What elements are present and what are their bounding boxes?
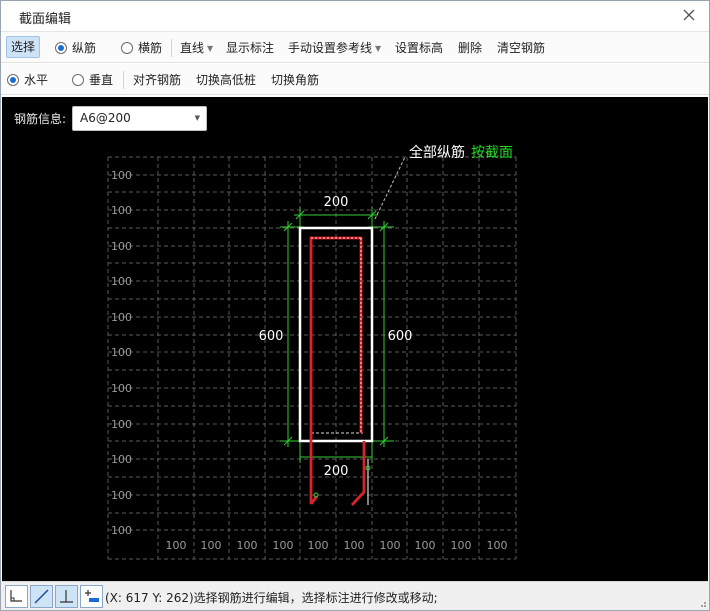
bottom-width-dim-text[interactable]: 200: [324, 464, 349, 479]
polar-snap-button[interactable]: [30, 585, 53, 608]
section-editor-window: 截面编辑 选择 纵筋 横筋 直线 ▼ 显示标注 手动设置参考线 ▼ 设置标高 删除 …: [0, 0, 710, 611]
grid-label-bottom: 100: [273, 539, 294, 552]
select-button[interactable]: 选择: [6, 36, 41, 58]
longitudinal-label: 纵筋: [72, 41, 97, 55]
left-height-dim-text[interactable]: 600: [259, 329, 284, 344]
section-drawing[interactable]: 100 100 100 100 100 100 100 100 100 100 100 100 100 1…: [2, 97, 708, 581]
chevron-down-icon: ▼: [194, 114, 200, 122]
close-icon[interactable]: [681, 7, 697, 23]
grid-label-left: 100: [111, 275, 132, 288]
show-dims-button[interactable]: 显示标注: [226, 38, 274, 58]
grid-label-left: 100: [111, 453, 132, 466]
grid-label-bottom: 100: [451, 539, 472, 552]
delete-button[interactable]: 删除: [458, 38, 482, 58]
toggle-pile-button[interactable]: 切换高低桩: [196, 70, 256, 90]
cursor-coords: (X: 617 Y: 262): [105, 591, 194, 605]
resize-grip-icon[interactable]: [699, 600, 707, 608]
toolbar-secondary: 水平 垂直 对齐钢筋 切换高低桩 切换角筋: [1, 64, 709, 95]
grid-label-bottom: 100: [380, 539, 401, 552]
grid-label-bottom: 100: [487, 539, 508, 552]
radio-unchecked-icon: [72, 74, 84, 86]
radio-unchecked-icon: [121, 42, 133, 54]
horizontal-label: 水平: [24, 73, 49, 87]
title-bar: 截面编辑: [1, 1, 709, 32]
grid-label-left: 100: [111, 311, 132, 324]
clear-rebar-button[interactable]: 清空钢筋: [497, 38, 545, 58]
diagonal-line-icon: [34, 589, 49, 604]
transverse-label: 横筋: [138, 41, 163, 55]
rebar-info-label: 钢筋信息:: [14, 112, 67, 126]
manual-ref-dropdown[interactable]: 手动设置参考线 ▼: [288, 38, 381, 58]
grid-label-bottom: 100: [166, 539, 187, 552]
radio-checked-icon: [7, 74, 19, 86]
window-title: 截面编辑: [19, 12, 72, 27]
add-dimension-icon: [85, 590, 99, 602]
grid-label-left: 100: [111, 346, 132, 359]
line-dropdown-label: 直线: [180, 41, 205, 55]
perpendicular-snap-button[interactable]: [55, 585, 78, 608]
right-height-dim-text[interactable]: 600: [388, 329, 413, 344]
grid-label-left: 100: [111, 418, 132, 431]
grid-label-bottom: 100: [237, 539, 258, 552]
grid-label-left: 100: [111, 240, 132, 253]
grid-label-bottom: 100: [344, 539, 365, 552]
transverse-radio[interactable]: 横筋: [121, 38, 162, 58]
toggle-corner-button[interactable]: 切换角筋: [271, 70, 319, 90]
note-suffix: 按截面: [471, 145, 513, 161]
line-dropdown[interactable]: 直线 ▼: [180, 38, 213, 58]
grid-label-bottom: 100: [415, 539, 436, 552]
perpendicular-icon: [60, 590, 73, 603]
ortho-snap-button[interactable]: [5, 585, 28, 608]
grid-label-left: 100: [111, 489, 132, 502]
status-hint: 选择钢筋进行编辑，选择标注进行修改或移动;: [193, 591, 438, 605]
chevron-down-icon: ▼: [375, 44, 382, 53]
grid-label-left: 100: [111, 524, 132, 537]
grid-snap-button[interactable]: [80, 585, 103, 608]
radio-checked-icon: [55, 42, 67, 54]
note-prefix: 全部纵筋: [409, 144, 465, 161]
grid-label-left: 100: [111, 382, 132, 395]
rebar-info-value: A6@200: [80, 111, 131, 125]
vertical-label: 垂直: [89, 73, 114, 87]
status-bar: (X: 617 Y: 262)选择钢筋进行编辑，选择标注进行修改或移动;: [1, 581, 709, 610]
vertical-radio[interactable]: 垂直: [72, 70, 113, 90]
top-width-dim-text[interactable]: 200: [324, 195, 349, 210]
drawing-canvas[interactable]: 100 100 100 100 100 100 100 100 100 100 100 100 100 1…: [2, 97, 708, 581]
grid-label-bottom: 100: [308, 539, 329, 552]
toolbar-divider: [171, 39, 172, 57]
note-text[interactable]: 全部纵筋 按截面: [409, 144, 513, 161]
align-rebar-button[interactable]: 对齐钢筋: [133, 70, 181, 90]
longitudinal-radio[interactable]: 纵筋: [55, 38, 96, 58]
grid-label-left: 100: [111, 169, 132, 182]
chevron-down-icon: ▼: [207, 44, 214, 53]
rebar-info-select[interactable]: A6@200 ▼: [72, 106, 207, 131]
grid-label-left: 100: [111, 204, 132, 217]
orthogonal-icon: [10, 590, 22, 602]
status-message: (X: 617 Y: 262)选择钢筋进行编辑，选择标注进行修改或移动;: [105, 589, 438, 606]
horizontal-radio[interactable]: 水平: [7, 70, 48, 90]
toolbar-divider: [123, 71, 124, 89]
manual-ref-label: 手动设置参考线: [288, 41, 373, 55]
grid-label-bottom: 100: [201, 539, 222, 552]
set-elevation-button[interactable]: 设置标高: [395, 38, 443, 58]
toolbar-primary: 选择 纵筋 横筋 直线 ▼ 显示标注 手动设置参考线 ▼ 设置标高 删除 清空钢筋: [1, 32, 709, 63]
grid-labels: 100 100 100 100 100 100 100 100 100 100 100 100 100 1…: [111, 169, 508, 552]
